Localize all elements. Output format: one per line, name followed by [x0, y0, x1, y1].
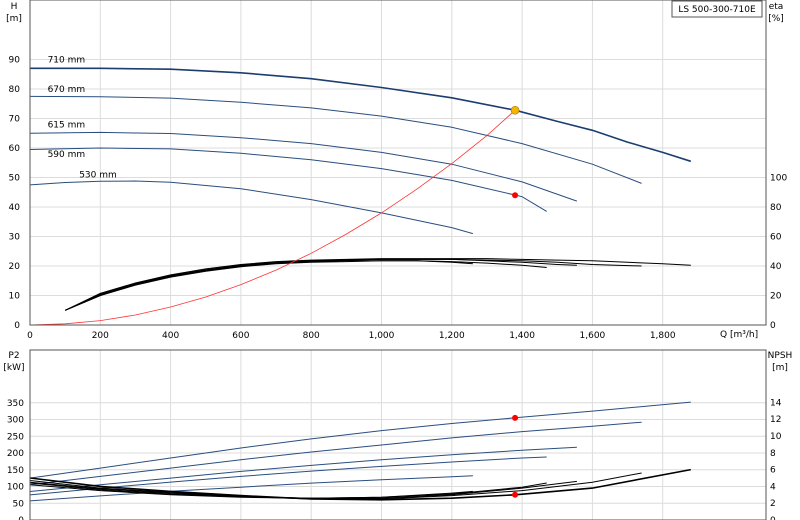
- x-tick-label: 0: [27, 331, 33, 341]
- efficiency-curve: [65, 258, 577, 311]
- power-duty-point: [512, 414, 519, 421]
- head-tick-label: 80: [9, 85, 21, 95]
- power-plot-frame: [29, 349, 767, 520]
- model-label: LS 500-300-710E: [678, 5, 756, 15]
- head-tick-label: 40: [9, 203, 21, 213]
- head-tick-label: 20: [9, 262, 21, 272]
- efficiency-duty-point: [512, 192, 519, 199]
- x-tick-label: 1,400: [509, 331, 535, 341]
- npsh-axis-unit: [m]: [772, 363, 788, 373]
- head-duty-point: [510, 105, 520, 115]
- head-curve-label: 710 mm: [48, 55, 86, 65]
- npsh-tick-label: 6: [770, 466, 776, 476]
- power-curve: [29, 401, 691, 479]
- power-tick-label: 200: [7, 449, 24, 459]
- npsh-tick-label: 2: [770, 499, 776, 509]
- efficiency-curve: [65, 260, 547, 311]
- npsh-duty-point: [512, 491, 519, 498]
- head-curve-label: 615 mm: [48, 120, 86, 130]
- power-axis-title: P2: [8, 351, 19, 361]
- eta-tick-label: 60: [770, 233, 782, 243]
- power-axis-unit: [kW]: [3, 363, 24, 373]
- grid: [29, 0, 766, 520]
- npsh-tick-label: 12: [770, 415, 781, 425]
- eta-tick-label: 20: [770, 292, 782, 302]
- npsh-tick-label: 8: [770, 449, 776, 459]
- head-tick-label: 0: [14, 321, 20, 331]
- x-tick-label: 600: [232, 331, 249, 341]
- head-tick-label: 30: [9, 233, 21, 243]
- eta-tick-label: 40: [770, 262, 782, 272]
- npsh-tick-label: 4: [770, 482, 776, 492]
- power-tick-label: 300: [7, 416, 24, 426]
- head-tick-label: 90: [9, 56, 21, 66]
- x-tick-label: 400: [162, 331, 179, 341]
- npsh-tick-label: 0: [770, 516, 776, 520]
- power-tick-label: 350: [7, 399, 24, 409]
- pump-performance-chart: 0 200 400 600 800 1,000 1,200 1,400 1,600 1,80001…: [3, 0, 793, 520]
- npsh-axis-title: NPSH: [768, 351, 793, 361]
- head-curve: [30, 67, 692, 163]
- x-tick-label: 1,600: [580, 331, 606, 341]
- npsh-curve: [29, 468, 691, 501]
- power-tick-label: 50: [13, 499, 25, 509]
- head-curve-label: 590 mm: [48, 150, 86, 160]
- head-curve-label: 670 mm: [48, 85, 86, 95]
- x-tick-label: 1,000: [369, 331, 395, 341]
- eta-tick-label: 0: [770, 321, 776, 331]
- head-axis-title: H: [11, 2, 18, 12]
- head-curve-label: 530 mm: [79, 171, 117, 181]
- flow-axis-title: Q [m³/h]: [720, 330, 758, 340]
- npsh-tick-label: 10: [770, 432, 782, 442]
- efficiency-curve: [64, 258, 642, 311]
- eta-tick-label: 80: [770, 203, 782, 213]
- head-tick-label: 10: [9, 292, 21, 302]
- x-tick-label: 1,200: [439, 331, 465, 341]
- head-tick-label: 50: [9, 174, 21, 184]
- head-plot-frame: [29, 0, 767, 326]
- power-tick-label: 250: [7, 432, 24, 442]
- power-tick-label: 0: [18, 516, 24, 520]
- eta-axis-unit: [%]: [768, 14, 784, 24]
- power-tick-label: 150: [7, 466, 24, 476]
- power-tick-label: 100: [7, 483, 24, 493]
- head-axis-unit: [m]: [6, 14, 22, 24]
- x-tick-label: 1,800: [650, 331, 676, 341]
- x-tick-label: 200: [92, 331, 109, 341]
- duty-points: [510, 105, 520, 498]
- head-tick-label: 70: [9, 115, 21, 125]
- eta-axis-title: eta: [769, 2, 784, 12]
- npsh-tick-label: 14: [770, 398, 782, 408]
- eta-tick-label: 100: [770, 174, 787, 184]
- head-curve: [29, 95, 642, 184]
- head-tick-label: 60: [9, 144, 21, 154]
- x-tick-label: 800: [303, 331, 320, 341]
